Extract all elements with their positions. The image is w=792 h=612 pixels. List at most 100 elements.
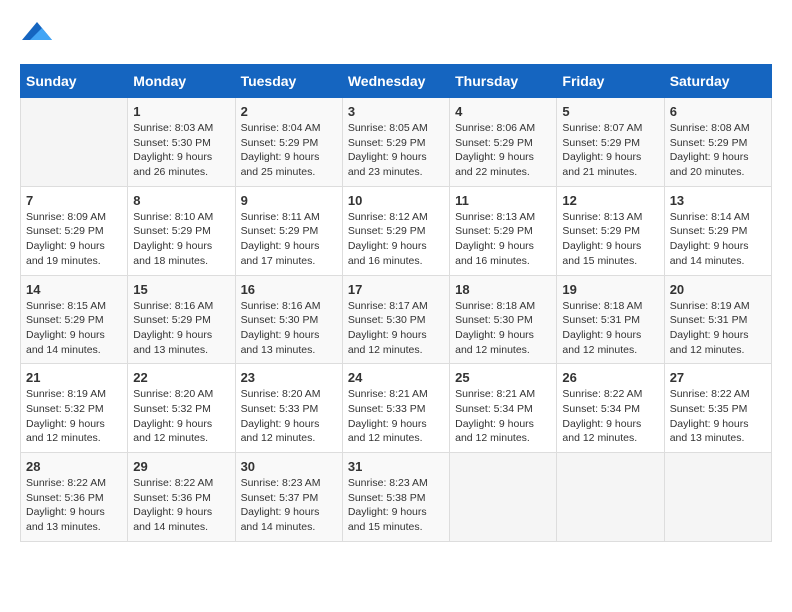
day-cell: 20Sunrise: 8:19 AMSunset: 5:31 PMDayligh… [664,275,771,364]
day-info: Sunrise: 8:16 AMSunset: 5:30 PMDaylight:… [241,299,337,358]
day-number: 8 [133,193,229,208]
day-number: 7 [26,193,122,208]
day-info: Sunrise: 8:21 AMSunset: 5:34 PMDaylight:… [455,387,551,446]
day-info: Sunrise: 8:15 AMSunset: 5:29 PMDaylight:… [26,299,122,358]
header-cell-saturday: Saturday [664,65,771,98]
day-number: 21 [26,370,122,385]
day-cell [450,453,557,542]
logo-icon [22,20,52,44]
day-cell [21,98,128,187]
day-cell: 26Sunrise: 8:22 AMSunset: 5:34 PMDayligh… [557,364,664,453]
day-cell: 21 Sunrise: 8:19 AMSunset: 5:32 PMDayligh… [21,364,128,453]
day-number: 6 [670,104,766,119]
day-cell: 2 Sunrise: 8:04 AMSunset: 5:29 PMDaylight… [235,98,342,187]
day-info: Sunrise: 8:09 AMSunset: 5:29 PMDaylight:… [26,210,122,269]
day-cell: 17 Sunrise: 8:17 AMSunset: 5:30 PMDayligh… [342,275,449,364]
day-info: Sunrise: 8:16 AMSunset: 5:29 PMDaylight:… [133,299,229,358]
day-info: Sunrise: 8:07 AMSunset: 5:29 PMDaylight:… [562,121,658,180]
day-cell: 16 Sunrise: 8:16 AMSunset: 5:30 PMDayligh… [235,275,342,364]
day-number: 25 [455,370,551,385]
day-cell [557,453,664,542]
day-cell: 4 Sunrise: 8:06 AMSunset: 5:29 PMDaylight… [450,98,557,187]
day-cell: 7 Sunrise: 8:09 AMSunset: 5:29 PMDaylight… [21,186,128,275]
day-cell: 27Sunrise: 8:22 AMSunset: 5:35 PMDayligh… [664,364,771,453]
day-cell: 12Sunrise: 8:13 AMSunset: 5:29 PMDayligh… [557,186,664,275]
day-cell: 11 Sunrise: 8:13 AMSunset: 5:29 PMDayligh… [450,186,557,275]
day-cell: 9 Sunrise: 8:11 AMSunset: 5:29 PMDaylight… [235,186,342,275]
day-info: Sunrise: 8:17 AMSunset: 5:30 PMDaylight:… [348,299,444,358]
day-number: 5 [562,104,658,119]
day-info: Sunrise: 8:12 AMSunset: 5:29 PMDaylight:… [348,210,444,269]
day-number: 15 [133,282,229,297]
day-info: Sunrise: 8:13 AMSunset: 5:29 PMDaylight:… [455,210,551,269]
day-info: Sunrise: 8:23 AMSunset: 5:38 PMDaylight:… [348,476,444,535]
week-row-5: 28 Sunrise: 8:22 AMSunset: 5:36 PMDayligh… [21,453,772,542]
day-cell: 13 Sunrise: 8:14 AMSunset: 5:29 PMDayligh… [664,186,771,275]
day-number: 27 [670,370,766,385]
day-info: Sunrise: 8:10 AMSunset: 5:29 PMDaylight:… [133,210,229,269]
day-info: Sunrise: 8:13 AMSunset: 5:29 PMDaylight:… [562,210,658,269]
day-number: 1 [133,104,229,119]
day-info: Sunrise: 8:22 AMSunset: 5:36 PMDaylight:… [26,476,122,535]
day-number: 10 [348,193,444,208]
day-cell: 22 Sunrise: 8:20 AMSunset: 5:32 PMDayligh… [128,364,235,453]
header-cell-thursday: Thursday [450,65,557,98]
day-info: Sunrise: 8:03 AMSunset: 5:30 PMDaylight:… [133,121,229,180]
logo [20,20,52,49]
day-info: Sunrise: 8:04 AMSunset: 5:29 PMDaylight:… [241,121,337,180]
day-cell: 31 Sunrise: 8:23 AMSunset: 5:38 PMDayligh… [342,453,449,542]
day-number: 2 [241,104,337,119]
day-cell: 23 Sunrise: 8:20 AMSunset: 5:33 PMDayligh… [235,364,342,453]
day-cell: 8 Sunrise: 8:10 AMSunset: 5:29 PMDaylight… [128,186,235,275]
day-cell: 24 Sunrise: 8:21 AMSunset: 5:33 PMDayligh… [342,364,449,453]
calendar-table: SundayMondayTuesdayWednesdayThursdayFrid… [20,64,772,542]
day-cell: 18Sunrise: 8:18 AMSunset: 5:30 PMDayligh… [450,275,557,364]
day-number: 28 [26,459,122,474]
day-info: Sunrise: 8:11 AMSunset: 5:29 PMDaylight:… [241,210,337,269]
day-cell: 1 Sunrise: 8:03 AMSunset: 5:30 PMDaylight… [128,98,235,187]
day-cell: 5 Sunrise: 8:07 AMSunset: 5:29 PMDaylight… [557,98,664,187]
day-cell [664,453,771,542]
header-row: SundayMondayTuesdayWednesdayThursdayFrid… [21,65,772,98]
day-cell: 29 Sunrise: 8:22 AMSunset: 5:36 PMDayligh… [128,453,235,542]
day-number: 4 [455,104,551,119]
day-info: Sunrise: 8:19 AMSunset: 5:31 PMDaylight:… [670,299,766,358]
day-number: 22 [133,370,229,385]
header-cell-monday: Monday [128,65,235,98]
day-info: Sunrise: 8:19 AMSunset: 5:32 PMDaylight:… [26,387,122,446]
header-cell-friday: Friday [557,65,664,98]
day-cell: 3 Sunrise: 8:05 AMSunset: 5:29 PMDaylight… [342,98,449,187]
day-number: 17 [348,282,444,297]
day-number: 9 [241,193,337,208]
day-number: 26 [562,370,658,385]
day-cell: 19 Sunrise: 8:18 AMSunset: 5:31 PMDayligh… [557,275,664,364]
header-cell-tuesday: Tuesday [235,65,342,98]
day-info: Sunrise: 8:18 AMSunset: 5:31 PMDaylight:… [562,299,658,358]
day-info: Sunrise: 8:20 AMSunset: 5:32 PMDaylight:… [133,387,229,446]
day-number: 29 [133,459,229,474]
week-row-2: 7 Sunrise: 8:09 AMSunset: 5:29 PMDaylight… [21,186,772,275]
day-cell: 15 Sunrise: 8:16 AMSunset: 5:29 PMDayligh… [128,275,235,364]
day-cell: 28 Sunrise: 8:22 AMSunset: 5:36 PMDayligh… [21,453,128,542]
day-info: Sunrise: 8:21 AMSunset: 5:33 PMDaylight:… [348,387,444,446]
day-number: 16 [241,282,337,297]
day-cell: 6 Sunrise: 8:08 AMSunset: 5:29 PMDaylight… [664,98,771,187]
day-number: 19 [562,282,658,297]
day-info: Sunrise: 8:08 AMSunset: 5:29 PMDaylight:… [670,121,766,180]
day-cell: 10 Sunrise: 8:12 AMSunset: 5:29 PMDayligh… [342,186,449,275]
week-row-3: 14Sunrise: 8:15 AMSunset: 5:29 PMDayligh… [21,275,772,364]
day-info: Sunrise: 8:05 AMSunset: 5:29 PMDaylight:… [348,121,444,180]
day-number: 11 [455,193,551,208]
day-number: 24 [348,370,444,385]
day-number: 3 [348,104,444,119]
header-cell-sunday: Sunday [21,65,128,98]
day-number: 13 [670,193,766,208]
day-info: Sunrise: 8:20 AMSunset: 5:33 PMDaylight:… [241,387,337,446]
day-number: 31 [348,459,444,474]
day-info: Sunrise: 8:22 AMSunset: 5:36 PMDaylight:… [133,476,229,535]
day-info: Sunrise: 8:14 AMSunset: 5:29 PMDaylight:… [670,210,766,269]
day-info: Sunrise: 8:06 AMSunset: 5:29 PMDaylight:… [455,121,551,180]
day-number: 30 [241,459,337,474]
day-number: 23 [241,370,337,385]
header [20,20,772,49]
